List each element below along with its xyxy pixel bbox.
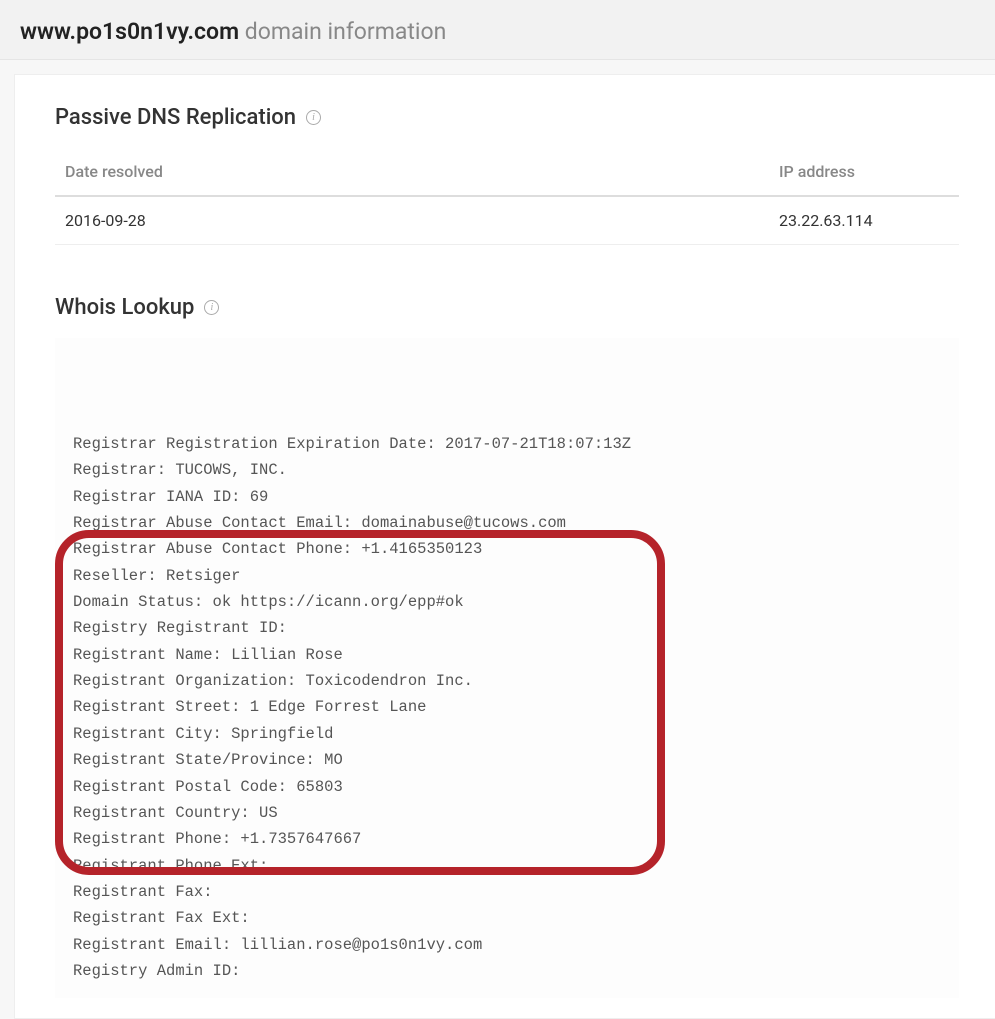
whois-line: Registrar Abuse Contact Email: domainabu… bbox=[73, 510, 941, 536]
page-header: www.po1s0n1vy.com domain information bbox=[0, 0, 995, 60]
whois-line: Registrant State/Province: MO bbox=[73, 747, 941, 773]
whois-line: Registrant Street: 1 Edge Forrest Lane bbox=[73, 694, 941, 720]
whois-line: Registrant Name: Lillian Rose bbox=[73, 642, 941, 668]
whois-line: Registrar Registration Expiration Date: … bbox=[73, 431, 941, 457]
whois-line: Registrant City: Springfield bbox=[73, 721, 941, 747]
whois-line: Registrar IANA ID: 69 bbox=[73, 484, 941, 510]
passive-dns-title-row: Passive DNS Replication i bbox=[55, 105, 959, 130]
header-suffix: domain information bbox=[239, 18, 446, 45]
whois-line: Registrant Organization: Toxicodendron I… bbox=[73, 668, 941, 694]
whois-line: Registrant Phone Ext: bbox=[73, 853, 941, 879]
whois-line: Registry Registrant ID: bbox=[73, 615, 941, 641]
table-row: 2016-09-28 23.22.63.114 bbox=[55, 196, 959, 245]
whois-line: Registry Admin ID: bbox=[73, 958, 941, 984]
whois-line: Registrant Email: lillian.rose@po1s0n1vy… bbox=[73, 932, 941, 958]
info-icon[interactable]: i bbox=[204, 300, 219, 315]
whois-line: Registrar: TUCOWS, INC. bbox=[73, 457, 941, 483]
content-card: Passive DNS Replication i Date resolved … bbox=[14, 74, 995, 1019]
whois-line: Registrant Fax Ext: bbox=[73, 905, 941, 931]
col-date-resolved: Date resolved bbox=[55, 148, 769, 196]
whois-line: Reseller: Retsiger bbox=[73, 563, 941, 589]
whois-title: Whois Lookup bbox=[55, 295, 194, 320]
col-ip-address: IP address bbox=[769, 148, 959, 196]
whois-line: Registrant Postal Code: 65803 bbox=[73, 774, 941, 800]
whois-line: Domain Status: ok https://icann.org/epp#… bbox=[73, 589, 941, 615]
passive-dns-table: Date resolved IP address 2016-09-28 23.2… bbox=[55, 148, 959, 245]
cell-ip: 23.22.63.114 bbox=[769, 196, 959, 245]
table-header-row: Date resolved IP address bbox=[55, 148, 959, 196]
whois-text-block: Registrar Registration Expiration Date: … bbox=[55, 338, 959, 998]
cell-date: 2016-09-28 bbox=[55, 196, 769, 245]
whois-line: Registrant Country: US bbox=[73, 800, 941, 826]
info-icon[interactable]: i bbox=[306, 110, 321, 125]
passive-dns-title: Passive DNS Replication bbox=[55, 105, 296, 130]
whois-line: Registrar Abuse Contact Phone: +1.416535… bbox=[73, 536, 941, 562]
whois-title-row: Whois Lookup i bbox=[55, 295, 959, 320]
whois-line: Registrant Phone: +1.7357647667 bbox=[73, 826, 941, 852]
header-domain: www.po1s0n1vy.com bbox=[20, 18, 239, 45]
whois-line: Registrant Fax: bbox=[73, 879, 941, 905]
